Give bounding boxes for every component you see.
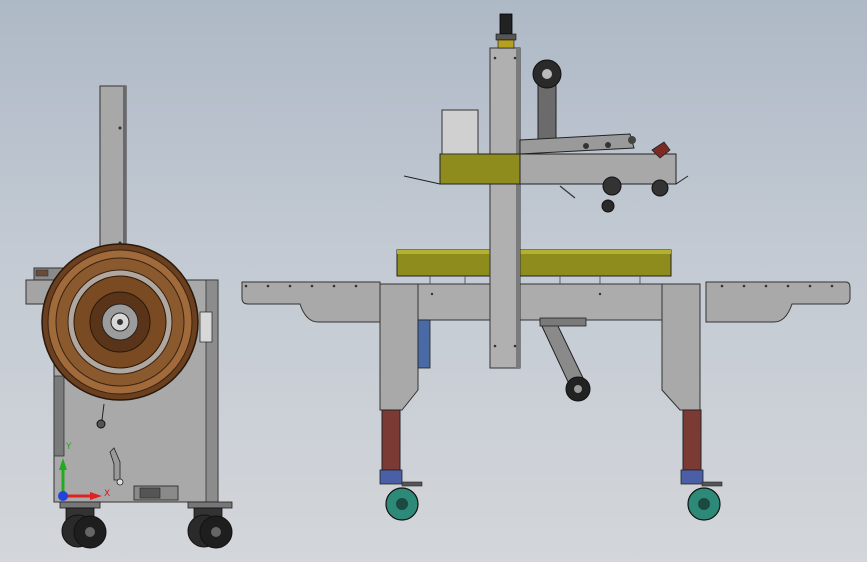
strapping-machine[interactable] — [25, 85, 233, 549]
caster-right — [187, 501, 233, 549]
triad-y-label: Y — [66, 442, 72, 452]
caster-left — [59, 501, 107, 549]
leg-extension-right — [682, 409, 702, 471]
conveyor-right — [705, 281, 851, 323]
column-shadow — [123, 86, 126, 256]
triad-x-label: X — [104, 489, 111, 499]
strapping-column — [99, 85, 127, 257]
caster-wheel-right — [680, 469, 723, 521]
conveyor-left — [241, 281, 381, 323]
cad-viewport[interactable]: Y X — [0, 0, 867, 562]
mast-top-knob — [499, 13, 513, 35]
carton-sealer[interactable] — [241, 13, 851, 521]
sealer-mast — [489, 47, 521, 369]
leg-extension-left — [381, 409, 401, 471]
top-box — [441, 109, 479, 155]
cabinet-latch — [199, 311, 213, 343]
sealer-frame — [379, 283, 701, 321]
cad-model-canvas[interactable] — [0, 0, 867, 562]
caster-wheel-left — [379, 469, 423, 521]
strap-reel — [41, 243, 199, 401]
